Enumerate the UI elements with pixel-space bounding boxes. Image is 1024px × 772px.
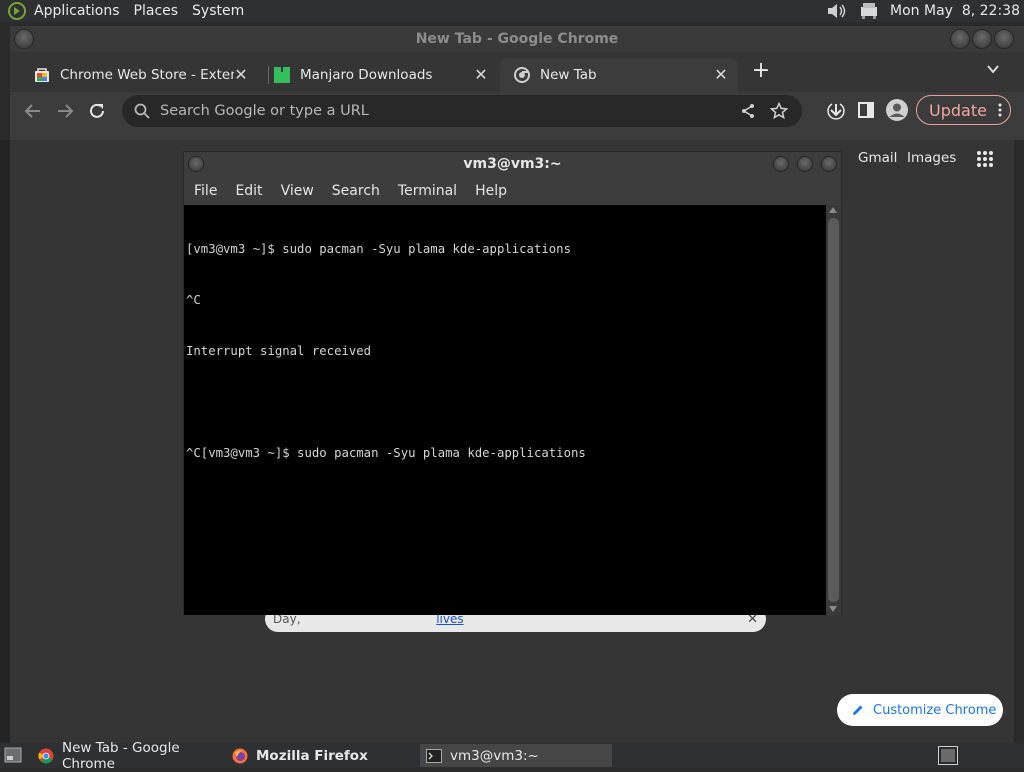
workspace-switcher[interactable]	[938, 746, 958, 765]
back-arrow-icon[interactable]	[24, 102, 42, 120]
terminal-window-menu-button[interactable]	[188, 156, 204, 172]
menu-help[interactable]: Help	[475, 183, 507, 199]
menu-places[interactable]: Places	[134, 3, 179, 19]
profile-avatar-icon[interactable]	[886, 99, 908, 121]
terminal-minimize-button[interactable]	[773, 156, 789, 172]
task-label: Mozilla Firefox	[256, 747, 368, 764]
menu-view[interactable]: View	[281, 183, 314, 199]
terminal-title-bar[interactable]: vm3@vm3:~	[184, 152, 841, 176]
images-link[interactable]: Images	[907, 150, 956, 166]
task-firefox[interactable]: Mozilla Firefox	[226, 744, 416, 767]
reload-icon[interactable]	[88, 102, 106, 120]
terminal-line: [vm3@vm3 ~]$ sudo pacman -Syu plama kde-…	[186, 242, 571, 256]
omnibox-placeholder: Search Google or type a URL	[160, 103, 369, 119]
tab-manjaro-downloads[interactable]: Manjaro Downloads ✕	[260, 58, 498, 92]
tab-strip: Chrome Web Store - Extension ✕ Manjaro D…	[10, 52, 1024, 92]
customize-label: Customize Chrome	[873, 702, 997, 718]
share-icon[interactable]	[740, 103, 756, 119]
terminal-maximize-button[interactable]	[797, 156, 813, 172]
show-desktop-icon[interactable]	[4, 747, 22, 763]
task-label: New Tab - Google Chrome	[62, 739, 180, 772]
close-tab-icon[interactable]: ✕	[232, 66, 250, 84]
task-chrome[interactable]: New Tab - Google Chrome	[32, 740, 222, 772]
close-tab-icon[interactable]: ✕	[472, 66, 490, 84]
window-title: New Tab - Google Chrome	[415, 31, 619, 47]
network-icon[interactable]	[858, 1, 880, 21]
task-terminal[interactable]: vm3@vm3:~	[420, 744, 612, 767]
update-label: Update	[929, 100, 987, 120]
gnome-foot-icon[interactable]	[6, 0, 28, 22]
scroll-down-arrow-icon[interactable]	[829, 606, 837, 612]
menu-terminal[interactable]: Terminal	[398, 183, 457, 199]
side-panel-icon[interactable]	[858, 102, 874, 118]
terminal-output[interactable]: [vm3@vm3 ~]$ sudo pacman -Syu plama kde-…	[184, 205, 826, 615]
clock[interactable]: Mon May 8, 22:38	[890, 3, 1020, 19]
chrome-color-icon	[38, 748, 54, 764]
menu-edit[interactable]: Edit	[235, 183, 262, 199]
omnibox[interactable]: Search Google or type a URL	[122, 95, 802, 127]
workspace-1[interactable]	[941, 749, 955, 762]
terminal-title: vm3@vm3:~	[463, 156, 562, 172]
menu-system[interactable]: System	[192, 3, 244, 19]
toolbar: Search Google or type a URL Update	[10, 92, 1024, 136]
top-panel: Applications Places System Mon May 8, 22…	[0, 0, 1024, 22]
taskbar: New Tab - Google Chrome Mozilla Firefox …	[0, 740, 1024, 772]
terminal-line: ^C[vm3@vm3 ~]$ sudo pacman -Syu plama kd…	[186, 446, 586, 460]
customize-chrome-button[interactable]: Customize Chrome	[837, 694, 1003, 726]
terminal-line: Interrupt signal received	[186, 344, 372, 358]
web-store-icon	[34, 67, 50, 83]
terminal-window: vm3@vm3:~ File Edit View Search Terminal…	[183, 151, 842, 615]
update-button[interactable]: Update	[916, 95, 1011, 125]
gmail-link[interactable]: Gmail	[858, 150, 897, 166]
terminal-close-button[interactable]	[821, 156, 837, 172]
menu-search[interactable]: Search	[332, 183, 380, 199]
tab-label: Manjaro Downloads	[300, 67, 433, 83]
maximize-button[interactable]	[972, 29, 992, 49]
volume-icon[interactable]	[826, 2, 848, 20]
scrollbar-thumb[interactable]	[828, 218, 839, 602]
scroll-up-arrow-icon[interactable]	[829, 207, 837, 213]
close-window-button[interactable]	[994, 29, 1014, 49]
tab-label: New Tab	[540, 67, 597, 83]
pencil-icon	[851, 703, 865, 717]
minimize-button[interactable]	[950, 29, 970, 49]
task-label: vm3@vm3:~	[450, 747, 539, 764]
terminal-icon	[426, 748, 442, 763]
terminal-scrollbar[interactable]	[826, 205, 841, 615]
new-tab-plus-icon[interactable]: +	[750, 60, 772, 82]
forward-arrow-icon[interactable]	[56, 102, 74, 120]
terminal-menubar: File Edit View Search Terminal Help	[184, 176, 841, 205]
window-menu-button[interactable]	[14, 29, 34, 49]
menu-applications[interactable]: Applications	[34, 3, 120, 19]
manjaro-icon	[274, 67, 290, 83]
search-icon	[134, 103, 150, 119]
terminal-line: ^C	[186, 293, 201, 307]
chrome-icon	[514, 67, 530, 83]
tab-label: Chrome Web Store - Extension	[60, 67, 234, 83]
download-icon[interactable]	[826, 101, 846, 121]
desktop-left-edge	[0, 140, 10, 743]
chrome-title-bar[interactable]: New Tab - Google Chrome	[10, 26, 1024, 52]
apps-grid-icon[interactable]	[976, 150, 994, 168]
bookmark-star-icon[interactable]	[770, 102, 788, 120]
tab-new-tab[interactable]: New Tab ✕	[500, 58, 738, 92]
kebab-menu-icon	[998, 102, 1002, 118]
chrome-window: New Tab - Google Chrome Chrome Web Store…	[10, 26, 1024, 140]
firefox-icon	[232, 748, 248, 764]
tab-chrome-web-store[interactable]: Chrome Web Store - Extension ✕	[20, 58, 258, 92]
menu-file[interactable]: File	[194, 183, 217, 199]
desktop-right-edge	[1014, 140, 1024, 743]
close-tab-icon[interactable]: ✕	[712, 66, 730, 84]
tab-search-chevron-icon[interactable]	[986, 62, 1000, 76]
